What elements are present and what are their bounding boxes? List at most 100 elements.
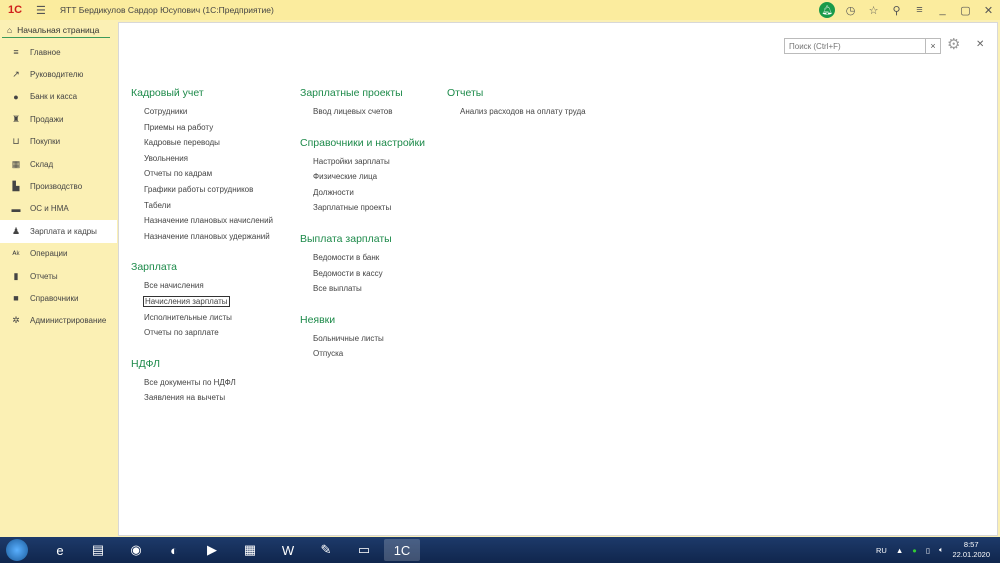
volume-icon[interactable]: 🔈︎ <box>939 545 944 555</box>
tab-home[interactable]: ⌂ Начальная страница <box>2 22 110 38</box>
sidebar-item[interactable]: ♜ Продажи <box>0 108 117 130</box>
gear-icon[interactable]: ⚙ <box>947 35 960 53</box>
menu-link[interactable]: Приемы на работу <box>144 122 273 138</box>
menu-link[interactable]: Отчеты по кадрам <box>144 168 273 184</box>
menu-link[interactable]: Назначение плановых начислений <box>144 215 273 231</box>
taskbar-app-word[interactable]: W <box>270 539 306 561</box>
menu-link-label: Отчеты по зарплате <box>144 328 219 338</box>
sidebar-item-label: Производство <box>30 182 83 192</box>
taskbar-app-media[interactable]: ▶ <box>194 539 230 561</box>
1c-logo: 1С <box>8 4 23 16</box>
menu-group: Выплата зарплаты Ведомости в банк Ведомост… <box>300 233 392 299</box>
sidebar-item-icon: ♟ <box>11 225 21 236</box>
sidebar-item-icon: ▬ <box>11 203 21 214</box>
menu-link[interactable]: Отпуска <box>313 348 384 364</box>
menu-link[interactable]: Настройки зарплаты <box>313 156 425 172</box>
taskbar-app-firefox[interactable]: ◐ <box>156 539 192 561</box>
window-title: ЯТТ Бердикулов Сардор Юсупович (1С:Предп… <box>59 5 274 15</box>
group-title: Неявки <box>300 313 336 326</box>
sidebar-item-label: Справочники <box>30 293 79 303</box>
sidebar-item-icon: ■ <box>13 293 19 304</box>
sidebar-item-icon: ▙ <box>12 181 20 192</box>
menu-link[interactable]: Начисления зарплаты <box>143 295 232 312</box>
menu-link[interactable]: Ввод лицевых счетов <box>313 106 403 122</box>
taskbar-app-chrome[interactable]: ◉ <box>118 539 154 561</box>
maximize-icon[interactable]: ▢ <box>954 4 977 17</box>
sidebar-item-icon: ♜ <box>11 113 21 124</box>
menu-link[interactable]: Назначение плановых удержаний <box>144 231 273 247</box>
taskbar-app-folder[interactable]: ▭ <box>346 539 382 561</box>
sidebar-item[interactable]: ▮ Отчеты <box>0 265 117 287</box>
menu-link[interactable]: Ведомости в кассу <box>313 268 392 284</box>
menu-link[interactable]: Должности <box>313 187 425 203</box>
menu-link[interactable]: Все начисления <box>144 280 232 296</box>
menu-link-label: Настройки зарплаты <box>313 156 390 166</box>
network-icon[interactable]: ▯ <box>926 546 930 555</box>
sidebar-item[interactable]: ↗ Руководителю <box>0 63 117 85</box>
tray-app-icon[interactable]: ● <box>912 546 917 555</box>
clear-search-button[interactable]: × <box>925 38 941 54</box>
sidebar-item-label: Склад <box>30 159 54 169</box>
sidebar-item-icon: ▦ <box>11 158 21 169</box>
close-panel-button[interactable]: ✕ <box>976 39 984 50</box>
menu-link[interactable]: Зарплатные проекты <box>313 202 425 218</box>
start-button[interactable] <box>6 539 28 561</box>
group-title: Зарплата <box>131 261 177 274</box>
menu-link-label: Все выплаты <box>313 284 362 294</box>
menu-link[interactable]: Все документы по НДФЛ <box>144 377 236 393</box>
sidebar-item[interactable]: ⊔ Покупки <box>0 131 117 153</box>
sidebar-item[interactable]: ▙ Производство <box>0 175 117 197</box>
close-icon[interactable]: ✕ <box>977 4 1000 17</box>
menu-icon[interactable]: ≡ <box>908 4 931 16</box>
group-title: НДФЛ <box>131 357 160 370</box>
menu-link[interactable]: Табели <box>144 200 273 216</box>
title-bar: 1С ☰ ЯТТ Бердикулов Сардор Юсупович (1С:… <box>0 0 1000 20</box>
sidebar-item[interactable]: ≡ Главное <box>0 41 117 63</box>
menu-link-label: Ведомости в банк <box>313 253 380 262</box>
taskbar-app-1c[interactable]: 1С <box>384 539 420 561</box>
menu-link[interactable]: Отчеты по зарплате <box>144 327 232 343</box>
menu-link-label: Ввод лицевых счетов <box>313 107 393 116</box>
taskbar-app-explorer[interactable]: ▤ <box>80 539 116 561</box>
sidebar-item-icon: ⊔ <box>12 136 20 147</box>
sidebar-item[interactable]: ▦ Склад <box>0 153 117 175</box>
menu-link[interactable]: Увольнения <box>144 153 273 169</box>
main-menu-icon[interactable]: ☰ <box>36 4 46 17</box>
sidebar-item-label: Главное <box>30 47 61 57</box>
menu-link[interactable]: Анализ расходов на оплату труда <box>460 106 586 122</box>
search-icon[interactable]: ⚲ <box>885 4 908 17</box>
menu-link[interactable]: Больничные листы <box>313 333 384 349</box>
menu-link-label: Исполнительные листы <box>144 312 232 322</box>
sidebar-item[interactable]: ♟ Зарплата и кадры <box>0 220 117 243</box>
sidebar-item[interactable]: ᴬᵏ Операции <box>0 243 117 265</box>
menu-link-label: Кадровые переводы <box>144 138 220 148</box>
menu-link[interactable]: Сотрудники <box>144 106 273 122</box>
menu-link[interactable]: Исполнительные листы <box>144 312 232 328</box>
search-input[interactable] <box>784 38 941 54</box>
sidebar-item[interactable]: ■ Справочники <box>0 287 117 309</box>
menu-link[interactable]: Заявления на вычеты <box>144 392 236 408</box>
taskbar-app-ie[interactable]: e <box>42 539 78 561</box>
menu-link[interactable]: Все выплаты <box>313 283 392 299</box>
menu-link[interactable]: Кадровые переводы <box>144 137 273 153</box>
taskbar: e ▤ ◉ ◐ ▶ ▦ W ✎ ▭ 1С RU ▲ ● ▯ 🔈︎ 8:57 22.01.2020 <box>0 537 1000 563</box>
menu-link-label: Зарплатные проекты <box>313 203 392 213</box>
home-icon: ⌂ <box>7 24 13 35</box>
sidebar-item[interactable]: ● Банк и касса <box>0 86 117 108</box>
menu-link[interactable]: Графики работы сотрудников <box>144 184 273 200</box>
sidebar-item[interactable]: ▬ ОС и НМА <box>0 198 117 220</box>
minimize-icon[interactable]: _ <box>931 4 954 16</box>
bell-icon[interactable]: 🔔︎ <box>819 2 835 18</box>
menu-group: Зарплата Все начисления Начисления зарплат… <box>131 261 232 342</box>
tray-expand-icon[interactable]: ▲ <box>896 546 903 555</box>
menu-link[interactable]: Физические лица <box>313 171 425 187</box>
clock[interactable]: 8:57 22.01.2020 <box>952 540 990 560</box>
taskbar-app-calculator[interactable]: ▦ <box>232 539 268 561</box>
sidebar-item[interactable]: ✲ Администрирование <box>0 310 117 332</box>
history-icon[interactable]: ◷ <box>839 4 862 17</box>
language-indicator[interactable]: RU <box>876 546 887 555</box>
menu-link[interactable]: Ведомости в банк <box>313 252 392 268</box>
sidebar-item-label: Руководителю <box>30 70 84 80</box>
star-icon[interactable]: ☆ <box>862 4 885 17</box>
taskbar-app-notepad[interactable]: ✎ <box>308 539 344 561</box>
